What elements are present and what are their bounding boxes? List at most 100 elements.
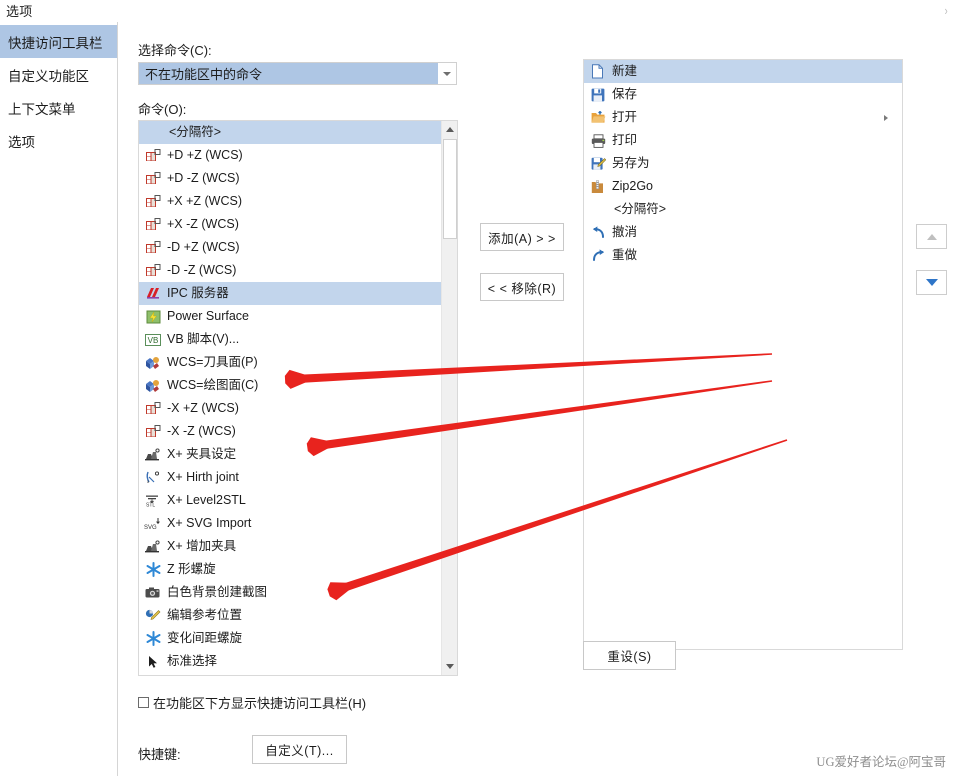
list-item[interactable]: IPC 服务器 — [139, 282, 441, 305]
svg-text:VB: VB — [148, 336, 159, 345]
list-item-label: WCS=绘图面(C) — [167, 378, 259, 393]
commands-label: 命令(O): — [138, 102, 187, 117]
customize-button[interactable]: 自定义(T)... — [252, 735, 347, 764]
choose-commands-label: 选择命令(C): — [138, 43, 212, 58]
list-item[interactable]: 重做 — [584, 244, 902, 267]
list-item[interactable]: Z 形螺旋 — [139, 558, 441, 581]
list-item[interactable]: 撤消 — [584, 221, 902, 244]
list-item[interactable]: STL X+ Level2STL — [139, 489, 441, 512]
sidebar-item-label: 选项 — [8, 134, 35, 150]
commands-scrollbar[interactable] — [441, 121, 457, 675]
move-down-button[interactable] — [916, 270, 947, 295]
new-file-icon — [588, 63, 608, 80]
list-item-label: VB 脚本(V)... — [167, 332, 240, 347]
list-item[interactable]: X+ 增加夹具 — [139, 535, 441, 558]
commands-listbox[interactable]: <分隔符> +D +Z (WCS) +D -Z (WCS) +X +Z (WCS) +X… — [138, 120, 458, 676]
list-item-label: 编辑参考位置 — [167, 608, 243, 623]
list-item[interactable]: 标准选择 — [139, 650, 441, 673]
scroll-down-button[interactable] — [442, 658, 457, 675]
sidebar-item-quick-access-toolbar[interactable]: 快捷访问工具栏 — [0, 25, 117, 58]
list-item[interactable]: VB VB 脚本(V)... — [139, 328, 441, 351]
camera-icon — [143, 584, 163, 601]
sidebar-item-label: 快捷访问工具栏 — [8, 35, 103, 51]
move-up-button[interactable] — [916, 224, 947, 249]
quick-access-toolbar-listbox[interactable]: 新建保存打开打印 另存为 Zip2Go <分隔符> 撤消重做 — [583, 59, 903, 650]
list-item[interactable]: WCS=刀具面(P) — [139, 351, 441, 374]
ipc-server-icon — [143, 285, 163, 302]
sidebar-item-label: 上下文菜单 — [8, 101, 76, 117]
reset-button[interactable]: 重设(S) — [583, 641, 676, 670]
list-item[interactable]: +X +Z (WCS) — [139, 190, 441, 213]
list-item-label: -D +Z (WCS) — [167, 240, 240, 255]
list-item[interactable]: <分隔符> — [584, 198, 902, 221]
list-item[interactable]: +D -Z (WCS) — [139, 167, 441, 190]
wcs-red-icon — [143, 193, 163, 210]
level2stl-icon: STL — [143, 492, 163, 509]
list-item-label: 变化间距螺旋 — [167, 631, 243, 646]
add-button[interactable]: 添加(A) > > — [480, 223, 564, 251]
shortcut-label: 快捷键: — [138, 747, 181, 762]
list-item-label: 撤消 — [612, 225, 638, 240]
list-item[interactable]: +X -Z (WCS) — [139, 213, 441, 236]
list-item[interactable]: +D +Z (WCS) — [139, 144, 441, 167]
list-item-label: X+ SVG Import — [167, 516, 252, 531]
chevron-right-icon[interactable]: › — [944, 3, 947, 18]
category-dropdown-button[interactable] — [438, 63, 456, 84]
zip2go-icon — [588, 178, 608, 195]
hirth-icon: x — [143, 469, 163, 486]
snowflake-icon — [143, 630, 163, 647]
list-item-label: IPC 服务器 — [167, 286, 229, 301]
wcs-red-icon — [143, 400, 163, 417]
list-item-label: +D -Z (WCS) — [167, 171, 240, 186]
checkbox-box[interactable] — [138, 697, 149, 708]
remove-button[interactable]: < < 移除(R) — [480, 273, 564, 301]
list-item[interactable]: WCS=绘图面(C) — [139, 374, 441, 397]
category-dropdown[interactable]: 不在功能区中的命令 — [138, 62, 457, 85]
list-item-label: <分隔符> — [614, 202, 667, 217]
list-item[interactable]: Power Surface — [139, 305, 441, 328]
wcs-cube-icon — [143, 377, 163, 394]
chevron-down-icon — [443, 71, 451, 76]
list-item-label: X+ Hirth joint — [167, 470, 239, 485]
list-item[interactable]: -X +Z (WCS) — [139, 397, 441, 420]
list-item-label: +D +Z (WCS) — [167, 148, 243, 163]
list-item[interactable]: 变化间距螺旋 — [139, 627, 441, 650]
redo-icon — [588, 247, 608, 264]
list-item[interactable]: X+ 夹具设定 — [139, 443, 441, 466]
list-item-label: 重做 — [612, 248, 638, 263]
save-icon — [588, 86, 608, 103]
list-item[interactable]: -X -Z (WCS) — [139, 420, 441, 443]
sidebar-item-context-menu[interactable]: 上下文菜单 — [0, 91, 117, 124]
list-item[interactable]: 白色背景创建截图 — [139, 581, 441, 604]
window-title: 选项 — [6, 4, 33, 19]
list-item[interactable]: Zip2Go — [584, 175, 902, 198]
list-item[interactable]: <分隔符> — [139, 121, 441, 144]
svg-icon: SVG — [143, 515, 163, 532]
list-item[interactable]: -D +Z (WCS) — [139, 236, 441, 259]
list-item[interactable]: 保存 — [584, 83, 902, 106]
list-item-label: WCS=刀具面(P) — [167, 355, 258, 370]
list-item[interactable]: x X+ Hirth joint — [139, 466, 441, 489]
list-item[interactable]: 新建 — [584, 60, 902, 83]
fixture-icon — [143, 538, 163, 555]
list-item-label: X+ 夹具设定 — [167, 447, 237, 462]
scrollbar-thumb[interactable] — [443, 139, 457, 239]
list-item-label: 打开 — [612, 110, 638, 125]
submenu-arrow-icon[interactable] — [884, 114, 888, 121]
scroll-up-button[interactable] — [442, 121, 457, 138]
list-item[interactable]: 另存为 — [584, 152, 902, 175]
list-item-label: X+ Level2STL — [167, 493, 246, 508]
list-item[interactable]: SVG X+ SVG Import — [139, 512, 441, 535]
show-below-ribbon-checkbox[interactable]: 在功能区下方显示快捷访问工具栏(H) — [138, 693, 366, 712]
checkbox-label: 在功能区下方显示快捷访问工具栏(H) — [153, 696, 367, 711]
svg-text:x: x — [147, 479, 150, 484]
list-item-label: 保存 — [612, 87, 638, 102]
list-item[interactable]: -D -Z (WCS) — [139, 259, 441, 282]
list-item[interactable]: 打印 — [584, 129, 902, 152]
list-item[interactable]: 打开 — [584, 106, 902, 129]
move-up-icon — [926, 233, 937, 240]
list-item[interactable]: 编辑参考位置 — [139, 604, 441, 627]
sidebar-item-options[interactable]: 选项 — [0, 124, 117, 157]
svg-text:SVG: SVG — [144, 525, 157, 530]
sidebar-item-customize-ribbon[interactable]: 自定义功能区 — [0, 58, 117, 91]
